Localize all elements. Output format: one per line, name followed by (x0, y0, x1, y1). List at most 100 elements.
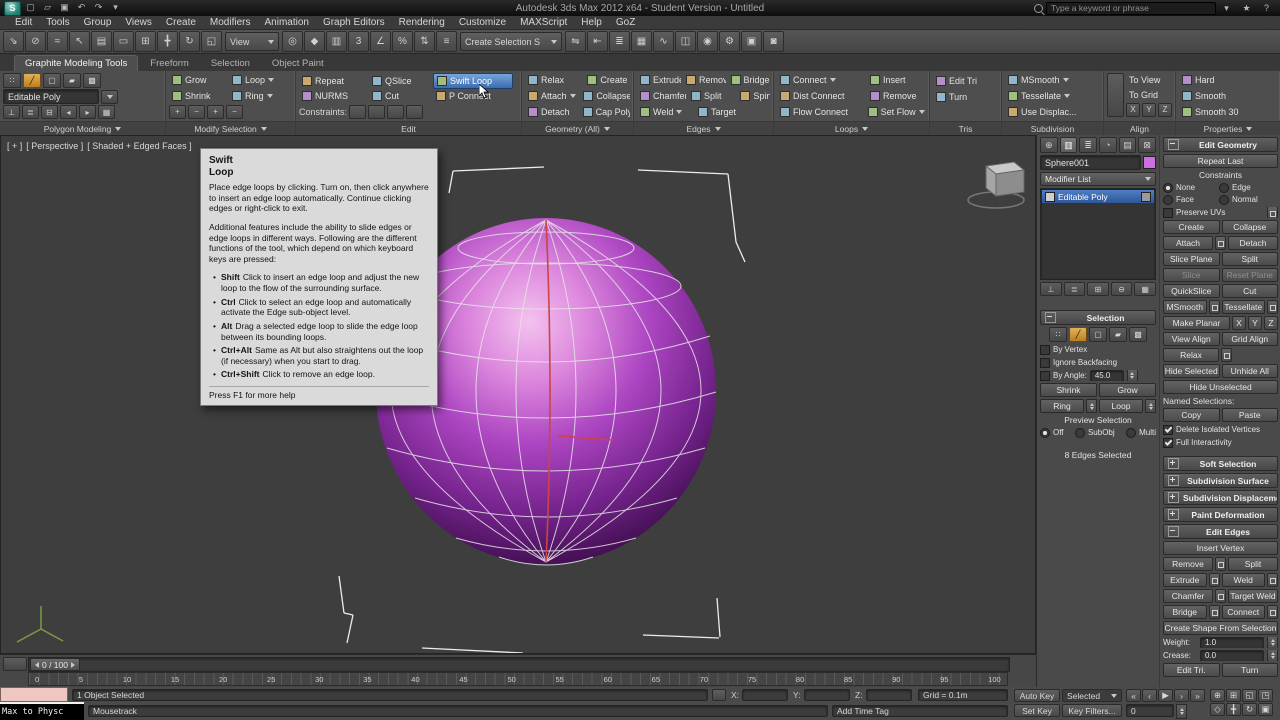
paste-named-selection-button[interactable]: Paste (1222, 408, 1279, 422)
chamfer-settings-button[interactable] (1215, 589, 1226, 603)
select-and-manipulate-icon[interactable]: ◆ (304, 31, 325, 52)
attach-button[interactable]: Attach (525, 89, 578, 103)
view-cube[interactable] (968, 162, 1024, 208)
by-vertex-checkbox[interactable] (1040, 345, 1050, 355)
by-angle-spinner[interactable] (1127, 370, 1138, 381)
edit-edges-rollout-header[interactable]: Edit Edges (1163, 524, 1278, 539)
ribbon-tab[interactable]: Graphite Modeling Tools (14, 55, 138, 71)
hide-unselected-button[interactable]: Hide Unselected (1163, 380, 1278, 394)
reset-plane-button[interactable]: Reset Plane (1222, 268, 1279, 282)
modifier-list-dropdown[interactable]: Modifier List (1040, 172, 1156, 186)
redo-icon[interactable]: ↷ (91, 1, 106, 14)
zoom-extents-icon[interactable]: ◱ (1242, 689, 1257, 702)
grow-button[interactable]: Grow (169, 73, 227, 87)
swift-loop-button[interactable]: Swift Loop (433, 73, 513, 89)
ribbon-tab[interactable]: Freeform (140, 56, 199, 71)
paint-connect-button[interactable]: P Connect (433, 89, 511, 103)
loop-button[interactable]: Loop (229, 73, 289, 87)
next-frame-arrow[interactable] (71, 662, 75, 668)
smooth-edges-button[interactable]: Smooth (1179, 89, 1229, 103)
open-file-icon[interactable]: ▱ (40, 1, 55, 14)
ribbon-tab[interactable]: Selection (201, 56, 260, 71)
ribbon-group-label-edges[interactable]: Edges (634, 121, 773, 135)
bridge-edge-button[interactable]: Bridge (1163, 605, 1207, 619)
turn-button[interactable]: Turn (933, 90, 970, 104)
create-button[interactable]: Create (1163, 220, 1220, 234)
align-icon[interactable]: ⇤ (587, 31, 608, 52)
zoom-all-icon[interactable]: ⊞ (1226, 689, 1241, 702)
constraint-radio[interactable]: Normal (1219, 194, 1273, 205)
perspective-viewport[interactable]: [ + ] [ Perspective ] [ Shaded + Edged F… (0, 135, 1036, 654)
loop-selection-button[interactable]: Loop (1099, 399, 1143, 413)
named-selection-sets-dropdown[interactable]: Create Selection S (460, 32, 562, 51)
flow-connect-button[interactable]: Flow Connect (777, 105, 863, 119)
unlink-selection-icon[interactable]: ⊘ (25, 31, 46, 52)
show-end-result-icon[interactable]: ≣ (1064, 282, 1086, 296)
next-frame-icon[interactable]: › (1174, 689, 1189, 702)
selection-rollout-header[interactable]: Selection (1040, 310, 1156, 325)
align-x-button[interactable]: X (1126, 103, 1140, 117)
zoom-icon[interactable]: ⊕ (1210, 689, 1225, 702)
search-input[interactable] (1046, 2, 1216, 15)
auto-key-button[interactable]: Auto Key (1014, 689, 1060, 702)
edit-tri-button[interactable]: Edit Tri. (1163, 663, 1220, 677)
ring-spinner[interactable] (1086, 399, 1097, 413)
create-tab-icon[interactable]: ⊕ (1040, 137, 1058, 153)
stack-item-editable-poly[interactable]: Editable Poly (1042, 190, 1154, 203)
remove-button[interactable]: Remove (683, 73, 725, 87)
connect-edge-button[interactable]: Connect (1222, 605, 1266, 619)
smooth-30-button[interactable]: Smooth 30 (1179, 105, 1242, 119)
viewport-menu-view[interactable]: [ Perspective ] (26, 141, 83, 151)
help-menu-icon[interactable]: ? (1259, 2, 1274, 15)
preview-selection-radio[interactable]: Off (1040, 427, 1064, 438)
select-and-link-icon[interactable]: ⇘ (3, 31, 24, 52)
maximize-viewport-toggle-icon[interactable]: ▣ (1258, 703, 1273, 716)
lock-selection-toggle-icon[interactable] (712, 689, 726, 701)
snaps-toggle-icon[interactable]: 3 (348, 31, 369, 52)
previous-frame-arrow[interactable] (35, 662, 39, 668)
utilities-tab-icon[interactable]: ⊠ (1138, 137, 1156, 153)
select-object-icon[interactable]: ↖ (69, 31, 90, 52)
shrink-button[interactable]: Shrink (169, 89, 227, 103)
attach-settings-button[interactable] (1215, 236, 1226, 250)
collapse-button[interactable]: Collapse (580, 89, 630, 103)
cut-button[interactable]: Cut (369, 89, 431, 103)
menu-item[interactable]: Create (159, 17, 203, 28)
make-planar-z-button[interactable]: Z (1264, 316, 1278, 330)
create-button[interactable]: Create (584, 73, 630, 87)
constraint-radio[interactable]: Edge (1219, 182, 1273, 193)
hide-selected-button[interactable]: Hide Selected (1163, 364, 1220, 378)
border-mode-icon[interactable]: ▢ (43, 73, 61, 88)
spinner-snap-toggle-icon[interactable]: ⇅ (414, 31, 435, 52)
material-editor-icon[interactable]: ◉ (697, 31, 718, 52)
target-weld-button[interactable]: Target Weld (1228, 589, 1278, 603)
remove-modifier-icon[interactable]: ⊖ (1111, 282, 1133, 296)
msmooth-button[interactable]: MSmooth (1005, 73, 1072, 87)
remove-settings-button[interactable] (1215, 557, 1226, 571)
track-bar-ruler[interactable]: 0510152025303540455055606570758085909510… (28, 672, 1008, 686)
edit-geometry-rollout-header[interactable]: Edit Geometry (1163, 137, 1278, 152)
grow-selection-button[interactable]: Grow (1099, 383, 1156, 397)
element-mode-icon[interactable]: ▩ (83, 73, 101, 88)
modifier-stack[interactable]: Editable Poly (1040, 188, 1156, 280)
bind-to-space-warp-icon[interactable]: ≈ (47, 31, 68, 52)
z-coordinate-field[interactable] (866, 689, 912, 701)
previous-frame-icon[interactable]: ‹ (1142, 689, 1157, 702)
weld-button[interactable]: Weld (637, 105, 693, 119)
object-name-field[interactable]: Sphere001 (1040, 155, 1141, 170)
ribbon-group-label-modify-selection[interactable]: Modify Selection (166, 121, 295, 135)
polygon-mode-icon[interactable]: ▰ (63, 73, 81, 88)
object-color-swatch[interactable] (1143, 156, 1156, 169)
ignore-backfacing-checkbox[interactable] (1040, 358, 1050, 368)
angle-snap-toggle-icon[interactable]: ∠ (370, 31, 391, 52)
remove-loop-button[interactable]: Remove (867, 89, 920, 103)
relax-button[interactable]: Relax (525, 73, 582, 87)
align-y-button[interactable]: Y (1142, 103, 1156, 117)
ribbon-group-label-subdivision[interactable]: Subdivision (1002, 121, 1103, 135)
rollout-header[interactable]: Soft Selection (1163, 456, 1278, 471)
rectangular-selection-region-icon[interactable]: ▭ (113, 31, 134, 52)
pin-stack-icon[interactable]: ⊥ (3, 105, 20, 119)
make-planar-x-button[interactable]: X (1232, 316, 1246, 330)
menu-item[interactable]: Views (118, 17, 159, 28)
slice-plane-button[interactable]: Slice Plane (1163, 252, 1220, 266)
